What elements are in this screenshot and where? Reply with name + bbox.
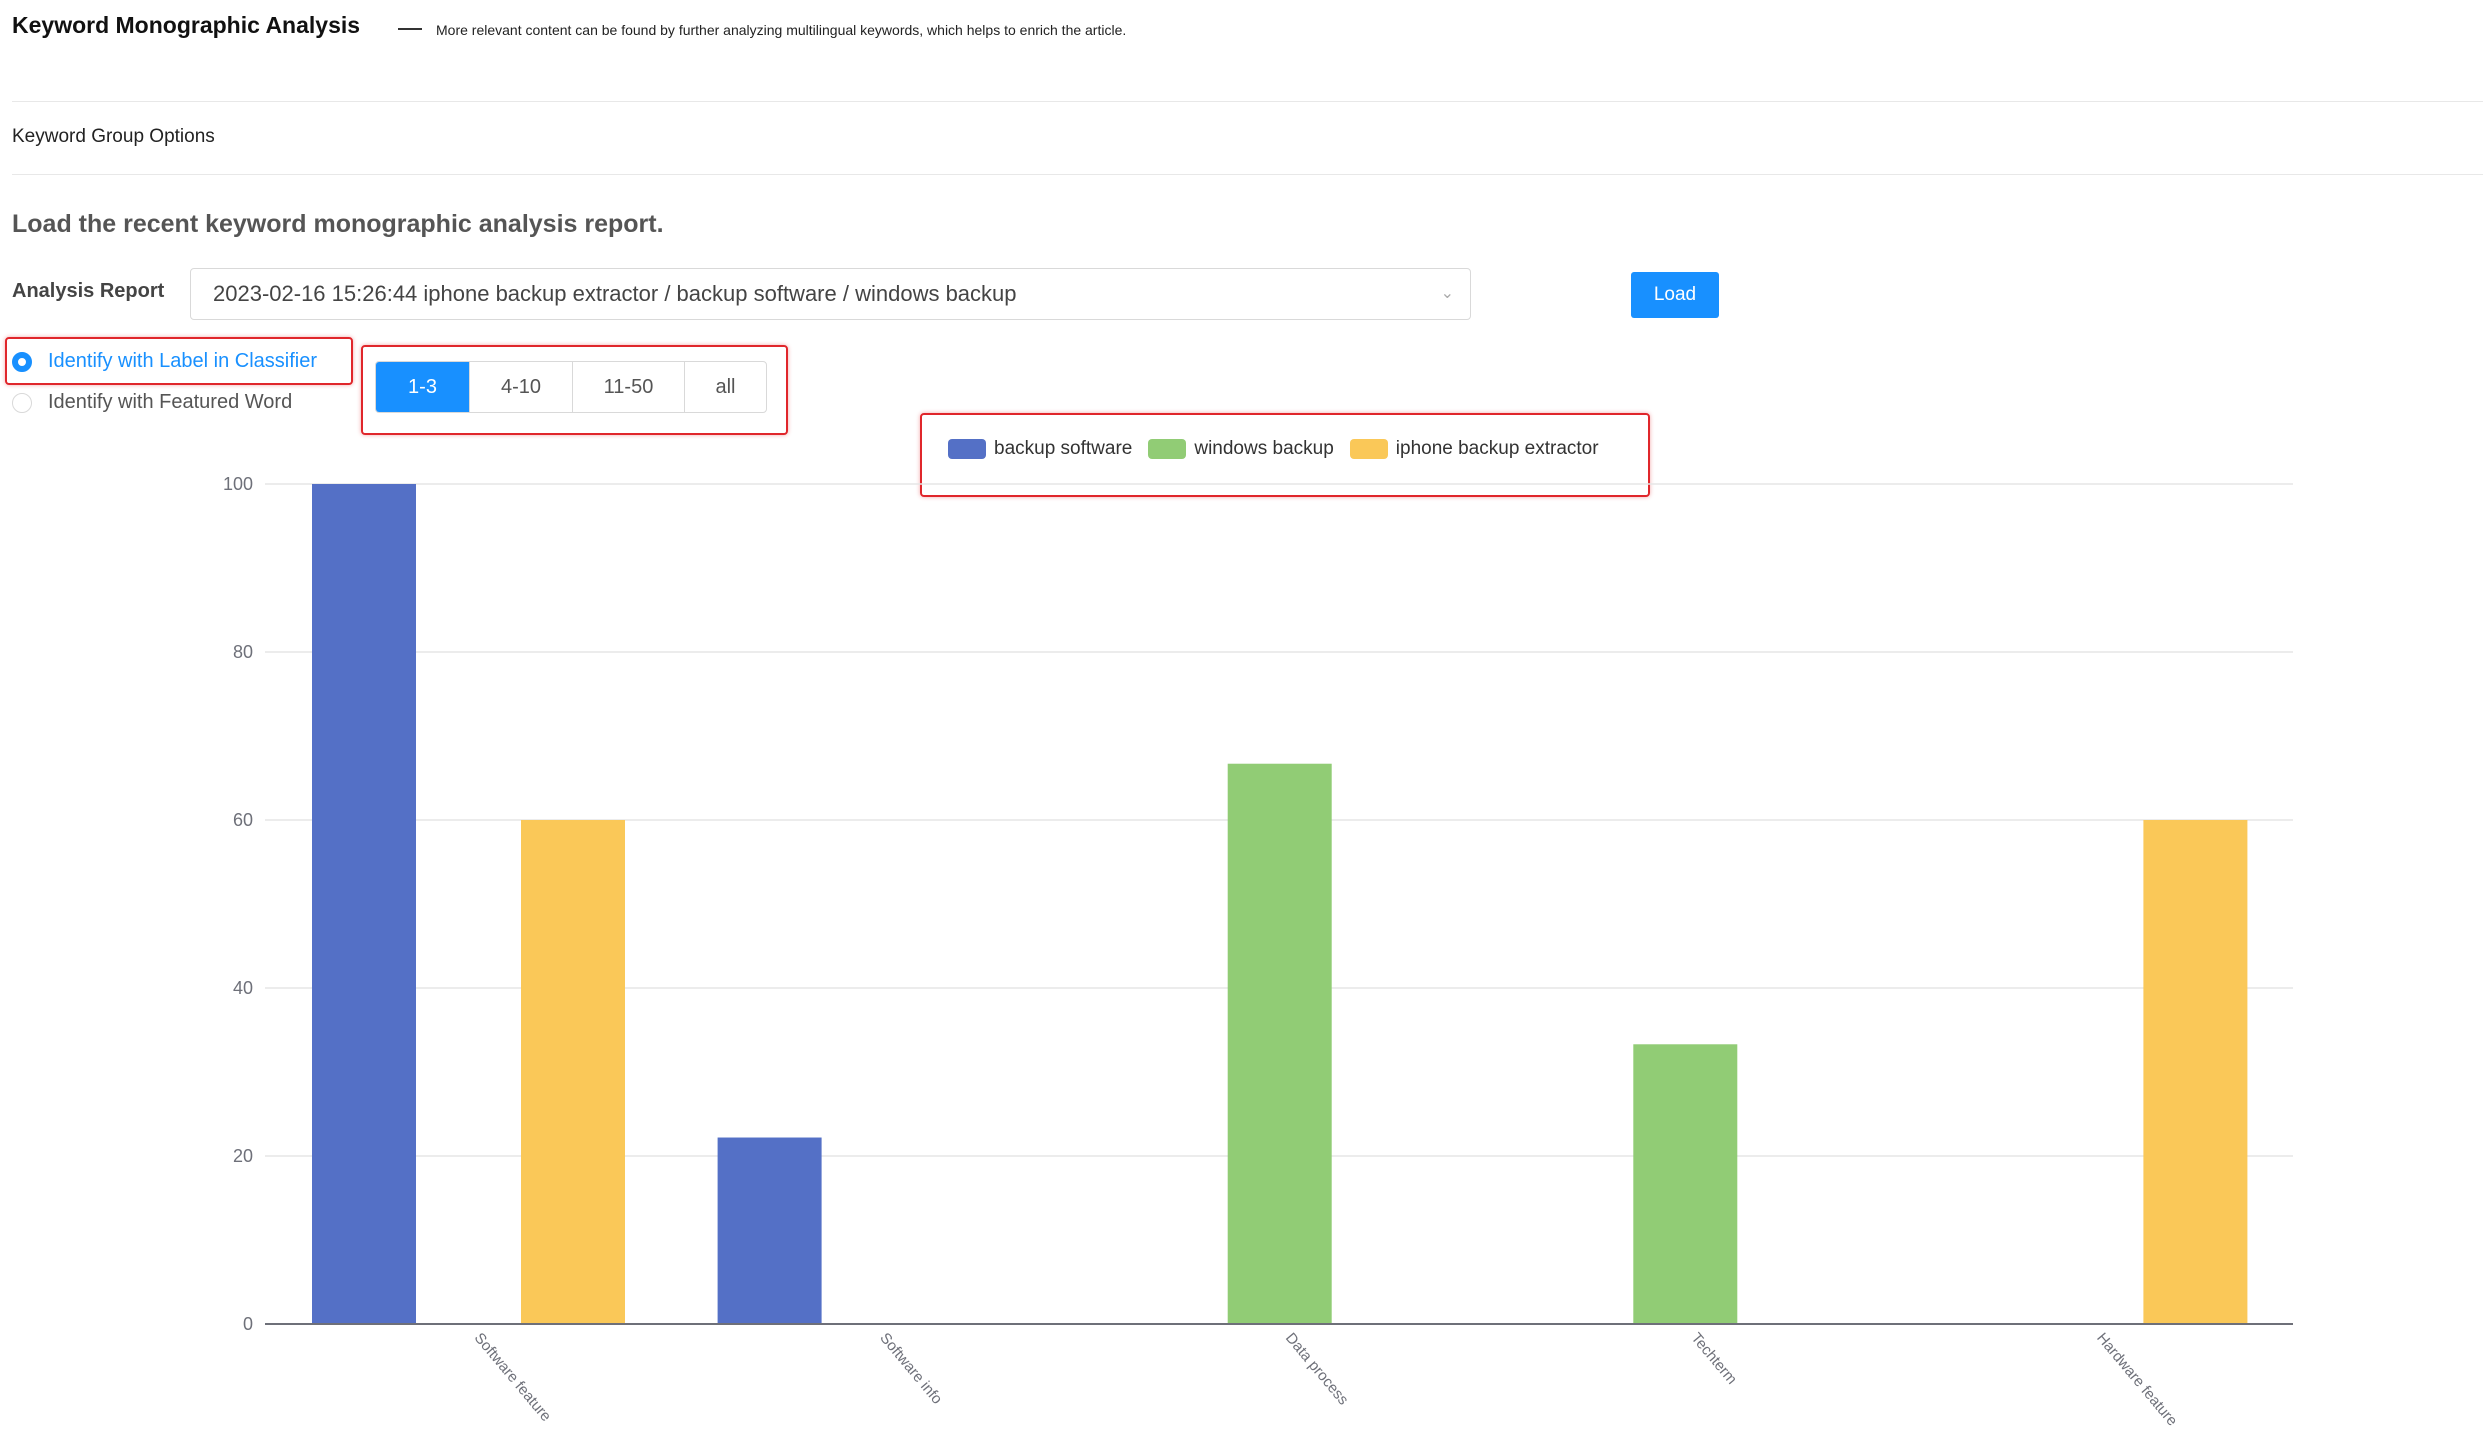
bar-chart: 0 20 40 60 80 100 Software feature Software inf…: [223, 474, 2293, 1430]
y-tick-label: 20: [233, 1146, 253, 1166]
bar-backup-software: [717, 1137, 822, 1324]
bar-windows-backup: [1227, 763, 1332, 1324]
y-tick-label: 100: [223, 474, 253, 494]
bar-backup-software: [312, 484, 416, 1324]
x-tick-label: Techterm: [1688, 1330, 1741, 1388]
y-tick-label: 40: [233, 978, 253, 998]
x-tick-label: Data process: [1282, 1330, 1352, 1409]
x-tick-label: Hardware feature: [2093, 1330, 2181, 1430]
y-tick-label: 60: [233, 810, 253, 830]
bar-iphone-backup-extractor: [2143, 820, 2248, 1324]
y-tick-label: 0: [243, 1314, 253, 1334]
x-tick-label: Software info: [876, 1330, 945, 1408]
bar-windows-backup: [1633, 1044, 1738, 1324]
y-tick-label: 80: [233, 642, 253, 662]
bar-iphone-backup-extractor: [521, 820, 625, 1324]
x-tick-label: Software feature: [471, 1330, 555, 1425]
